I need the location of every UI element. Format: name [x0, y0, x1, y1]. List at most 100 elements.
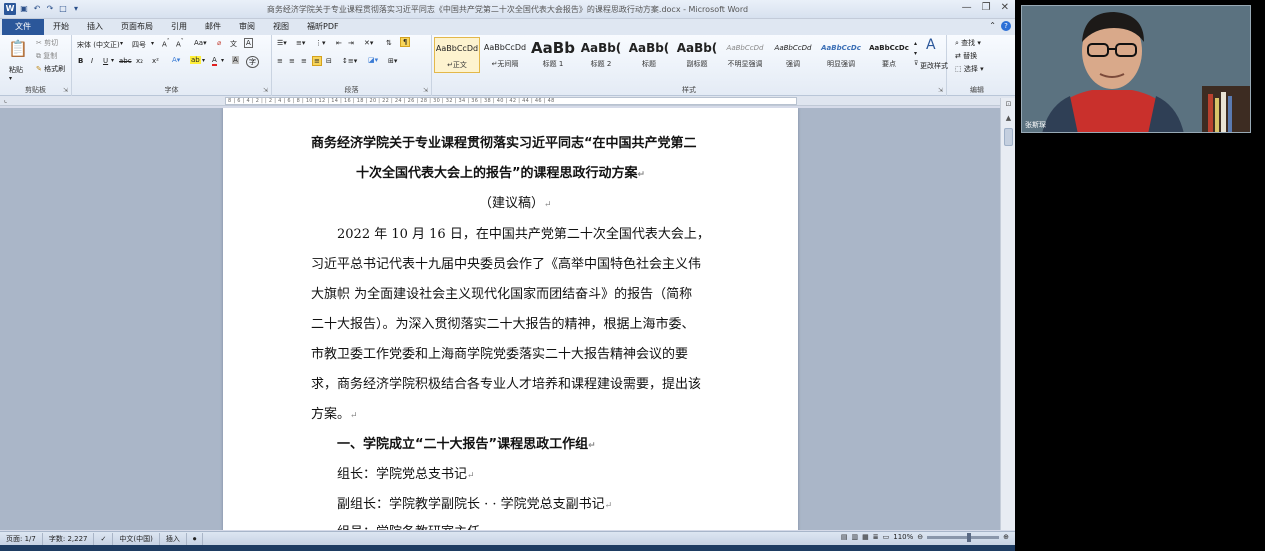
tab-references[interactable]: 引用: [162, 19, 196, 35]
line-spacing-icon[interactable]: ↕≡▾: [342, 57, 357, 65]
undo-icon[interactable]: ↶: [32, 4, 42, 14]
horizontal-ruler[interactable]: ⌞ 8 | 6 | 4 | 2 | | 2 | 4 | 6 | 8 | 10 |…: [0, 96, 1015, 106]
style-heading-1[interactable]: AaBb 标题 1: [530, 37, 576, 73]
tab-insert[interactable]: 插入: [78, 19, 112, 35]
paste-button[interactable]: 粘贴: [9, 65, 23, 75]
tab-foxit-pdf[interactable]: 福昕PDF: [298, 19, 348, 35]
chinese-layout-icon[interactable]: ✕▾: [364, 39, 373, 47]
new-doc-icon[interactable]: □: [58, 4, 68, 14]
text-effects-icon[interactable]: A▾: [172, 56, 180, 64]
numbering-icon[interactable]: ≡▾: [296, 39, 305, 47]
format-painter-button[interactable]: ✎ 格式刷: [36, 64, 65, 74]
page-count[interactable]: 页面: 1/7: [0, 532, 43, 545]
ruler-toggle-icon[interactable]: ⊡: [1004, 100, 1013, 108]
style-strong[interactable]: AaBbCcDc 要点: [866, 37, 912, 73]
style-subtle-emphasis[interactable]: AaBbCcDd 不明显强调: [722, 37, 768, 73]
maximize-button[interactable]: ❐: [982, 2, 991, 13]
distribute-icon[interactable]: ⊟: [326, 57, 332, 65]
styles-launcher-icon[interactable]: ⇲: [938, 87, 943, 94]
paragraph-launcher-icon[interactable]: ⇲: [423, 87, 428, 94]
paste-icon[interactable]: 📋: [8, 39, 28, 58]
document-area[interactable]: 商务经济学院关于专业课程贯彻落实习近平同志“在中国共产党第二 十次全国代表大会上…: [0, 108, 1000, 530]
full-screen-icon[interactable]: ▥: [851, 533, 858, 541]
font-launcher-icon[interactable]: ⇲: [263, 87, 268, 94]
change-case-icon[interactable]: Aa▾: [194, 39, 207, 47]
style-intense-emphasis[interactable]: AaBbCcDc 明显强调: [818, 37, 864, 73]
increase-indent-icon[interactable]: ⇥: [348, 39, 354, 47]
char-border-icon[interactable]: A: [244, 38, 253, 48]
zoom-slider[interactable]: [927, 532, 1000, 542]
clipboard-launcher-icon[interactable]: ⇲: [63, 87, 68, 94]
language-status[interactable]: 中文(中国): [113, 532, 160, 545]
tab-file[interactable]: 文件: [2, 19, 44, 35]
proofing-icon[interactable]: ✓: [94, 532, 114, 545]
shading-icon[interactable]: ◪▾: [368, 56, 378, 64]
zoom-slider-knob[interactable]: [967, 532, 972, 542]
font-size-dropdown-icon[interactable]: ▾: [151, 40, 154, 47]
style-title[interactable]: AaBb( 标题: [626, 37, 672, 73]
word-count[interactable]: 字数: 2,227: [43, 532, 95, 545]
tab-selector-icon[interactable]: ⌞: [4, 96, 7, 104]
underline-dropdown-icon[interactable]: ▾: [111, 57, 114, 64]
change-styles-button[interactable]: 更改样式: [920, 61, 948, 71]
char-shading-icon[interactable]: A: [232, 56, 239, 64]
strikethrough-button[interactable]: abc: [119, 57, 132, 65]
insert-mode[interactable]: 插入: [160, 532, 187, 545]
save-icon[interactable]: ▣: [19, 4, 29, 14]
find-button[interactable]: ⌕ 查找 ▾: [955, 38, 981, 48]
print-layout-icon[interactable]: ▤: [841, 533, 848, 541]
help-icon[interactable]: ?: [1001, 21, 1011, 31]
redo-icon[interactable]: ↷: [45, 4, 55, 14]
copy-button[interactable]: ⧉ 复制: [36, 51, 57, 61]
close-button[interactable]: ✕: [1001, 2, 1009, 13]
grow-font-icon[interactable]: A˄: [162, 39, 170, 48]
tab-view[interactable]: 视图: [264, 19, 298, 35]
zoom-level[interactable]: 110%: [893, 533, 913, 541]
scroll-up-icon[interactable]: ▲: [1004, 114, 1013, 122]
highlight-icon[interactable]: ab: [190, 56, 201, 64]
shrink-font-icon[interactable]: A˅: [176, 39, 184, 48]
zoom-out-icon[interactable]: ⊖: [917, 533, 923, 541]
zoom-in-icon[interactable]: ⊕: [1003, 533, 1009, 541]
tab-page-layout[interactable]: 页面布局: [112, 19, 162, 35]
underline-button[interactable]: U: [103, 57, 108, 65]
sort-icon[interactable]: ⇅: [386, 39, 392, 47]
draft-icon[interactable]: ▭: [883, 533, 890, 541]
vertical-scrollbar[interactable]: ⊡ ▲: [1000, 98, 1015, 530]
align-right-icon[interactable]: ≡: [301, 57, 307, 65]
show-formatting-button[interactable]: ¶: [400, 37, 411, 47]
styles-scroll-icon[interactable]: ▴ ▾ ⊽: [914, 39, 918, 69]
highlight-dropdown-icon[interactable]: ▾: [202, 57, 205, 64]
subscript-button[interactable]: x₂: [136, 57, 143, 65]
font-color-dropdown-icon[interactable]: ▾: [221, 57, 224, 64]
paste-dropdown-icon[interactable]: ▾: [9, 75, 12, 82]
tab-review[interactable]: 审阅: [230, 19, 264, 35]
font-size-select[interactable]: 四号: [132, 40, 146, 50]
phonetic-guide-icon[interactable]: 文: [230, 39, 237, 49]
cut-button[interactable]: ✂ 剪切: [36, 38, 58, 48]
align-left-icon[interactable]: ≡: [277, 57, 283, 65]
macro-record-icon[interactable]: ⏺: [187, 532, 204, 545]
justify-button[interactable]: ≡: [312, 56, 322, 66]
word-logo-icon[interactable]: W: [4, 3, 16, 15]
multilevel-list-icon[interactable]: ⋮▾: [315, 39, 326, 47]
bold-button[interactable]: B: [78, 57, 83, 65]
font-name-select[interactable]: 宋体 (中文正): [77, 40, 120, 50]
outline-icon[interactable]: ≣: [873, 533, 879, 541]
font-color-button[interactable]: A: [212, 56, 217, 66]
web-layout-icon[interactable]: ▦: [862, 533, 869, 541]
superscript-button[interactable]: x²: [152, 57, 159, 65]
change-styles-icon[interactable]: A: [926, 37, 936, 53]
ribbon-minimize-icon[interactable]: ⌃: [989, 21, 996, 31]
font-name-dropdown-icon[interactable]: ▾: [120, 40, 123, 47]
tab-home[interactable]: 开始: [44, 19, 78, 35]
italic-button[interactable]: I: [91, 57, 93, 65]
bullets-icon[interactable]: ☰▾: [277, 39, 287, 47]
style-subtitle[interactable]: AaBb( 副标题: [674, 37, 720, 73]
style-normal[interactable]: AaBbCcDd ↵正文: [434, 37, 480, 73]
select-button[interactable]: ⬚ 选择 ▾: [955, 64, 984, 74]
enclosed-char-icon[interactable]: 字: [246, 56, 259, 68]
replace-button[interactable]: ⇄ 替换: [955, 51, 977, 61]
customize-qat-icon[interactable]: ▾: [71, 4, 81, 14]
document-page[interactable]: 商务经济学院关于专业课程贯彻落实习近平同志“在中国共产党第二 十次全国代表大会上…: [223, 108, 798, 530]
